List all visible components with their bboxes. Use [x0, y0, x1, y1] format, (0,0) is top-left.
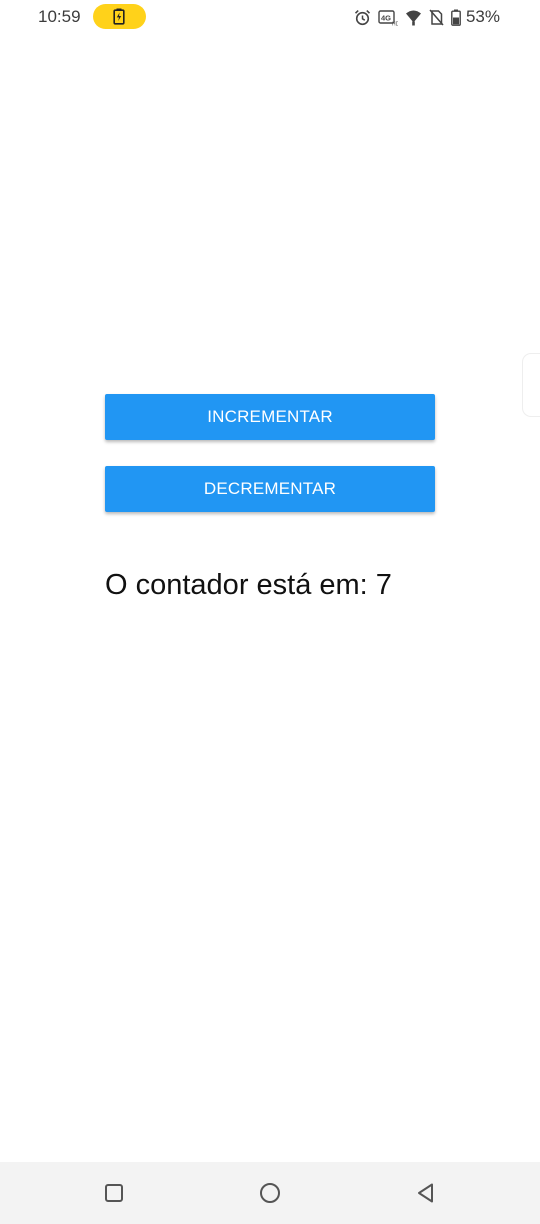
hd-signal-icon: 4G HD — [378, 9, 398, 26]
home-icon — [260, 1183, 280, 1203]
svg-text:HD: HD — [392, 21, 398, 26]
navigation-bar — [0, 1162, 540, 1224]
recents-button[interactable] — [102, 1181, 126, 1205]
status-icons: 4G HD 53% — [354, 7, 500, 27]
no-sim-icon — [429, 9, 444, 25]
alarm-icon — [354, 9, 371, 25]
edge-panel-handle[interactable] — [522, 353, 540, 417]
status-time: 10:59 — [38, 7, 81, 26]
charging-indicator — [93, 4, 146, 29]
decrement-button[interactable]: DECREMENTAR — [105, 466, 435, 512]
battery-icon — [451, 9, 461, 26]
increment-button[interactable]: INCREMENTAR — [105, 394, 435, 440]
battery-percent: 53% — [465, 7, 500, 26]
status-bar: 10:59 4G HD 53% — [0, 0, 540, 34]
home-button[interactable] — [258, 1181, 282, 1205]
counter-label: O contador está em: 7 — [105, 569, 392, 601]
battery-charging-icon — [113, 8, 125, 25]
recents-icon — [105, 1184, 123, 1202]
wifi-icon — [405, 10, 421, 25]
back-button[interactable] — [414, 1181, 438, 1205]
app-screen: 10:59 4G HD 53% INCREMENTAR DECREMENTAR … — [0, 0, 540, 1224]
back-icon — [418, 1183, 433, 1203]
svg-text:4G: 4G — [381, 13, 391, 22]
